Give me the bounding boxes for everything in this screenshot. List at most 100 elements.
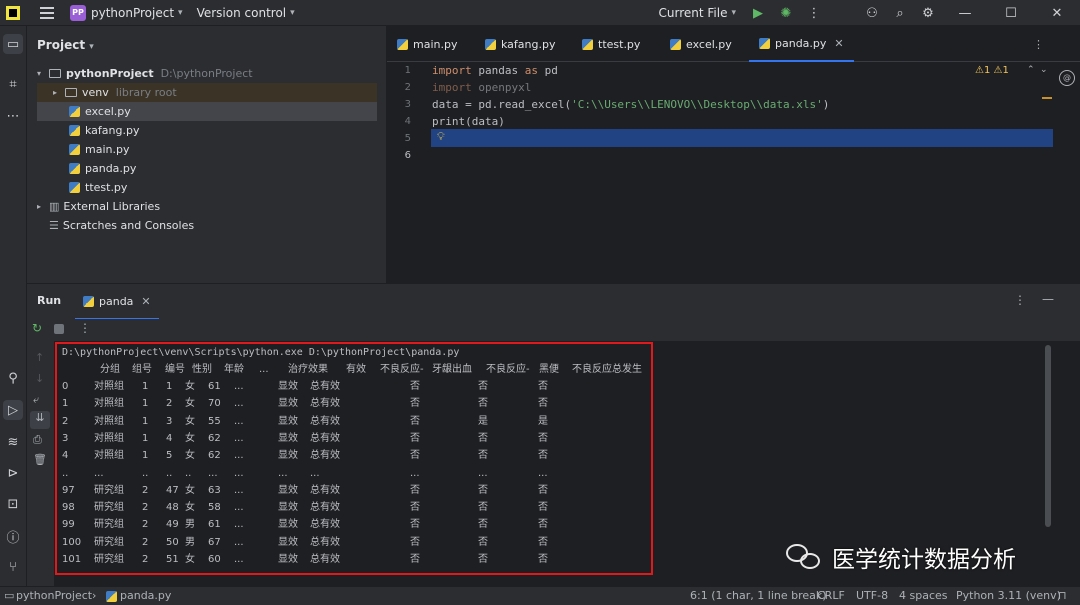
search-icon[interactable]: ⌕ <box>886 0 914 26</box>
chevron-up-icon[interactable]: ⌃ <box>1027 65 1035 75</box>
annotation-box <box>55 342 653 575</box>
python-file-icon <box>69 125 80 136</box>
tree-file-ttest[interactable]: ttest.py <box>37 178 377 197</box>
close-tab-icon[interactable]: ✕ <box>141 295 150 308</box>
chevron-down-icon: ▾ <box>290 7 295 18</box>
code-line-4: print(data) <box>432 115 505 128</box>
python-file-icon <box>759 37 770 49</box>
chevron-right-icon[interactable]: ▸ <box>37 202 49 211</box>
clear-all-icon[interactable]: 🗑︎ <box>33 453 47 466</box>
scroll-to-end-icon[interactable]: ⇊ <box>30 411 50 429</box>
more-actions-icon[interactable]: ⋮ <box>79 321 91 335</box>
git-icon[interactable]: ⑂ <box>3 557 23 577</box>
folder-icon <box>49 69 61 78</box>
stop-icon[interactable] <box>54 324 64 334</box>
more-actions-icon[interactable]: ⋮ <box>800 0 828 26</box>
terminal-icon[interactable]: ⊡ <box>3 494 23 514</box>
line-number: 1 <box>404 65 411 76</box>
python-file-icon <box>582 38 593 50</box>
ai-assistant-icon[interactable]: @ <box>1059 70 1075 86</box>
chevron-down-icon[interactable]: ⌄ <box>1040 65 1048 75</box>
python-interpreter[interactable]: Python 3.11 (venv) <box>956 589 1061 602</box>
maximize-icon[interactable]: ☐ <box>988 0 1034 26</box>
indent-setting[interactable]: 4 spaces <box>899 589 948 602</box>
debug-icon[interactable]: ✺ <box>772 0 800 26</box>
run-panel-header: Run panda ✕ ⋮ — <box>27 283 1080 320</box>
editor-tabs: main.py kafang.py ttest.py excel.py pand… <box>387 26 1080 62</box>
line-number: 6 <box>404 150 411 161</box>
intention-bulb-icon[interactable]: 💡︎ <box>437 130 445 144</box>
scroll-up-icon[interactable]: ↑ <box>35 351 44 364</box>
status-breadcrumb-file[interactable]: panda.py <box>120 589 171 602</box>
line-number: 5 <box>404 133 411 144</box>
tree-external-libraries[interactable]: ▸ ▥ External Libraries <box>37 197 377 216</box>
tree-scratches[interactable]: ☰ Scratches and Consoles <box>37 216 377 235</box>
status-breadcrumb-project[interactable]: pythonProject <box>16 589 92 602</box>
code-editor[interactable]: 1 2 3 4 5 6 import pandas as pd import o… <box>387 62 1054 283</box>
run-tab-panda[interactable]: panda ✕ <box>75 284 159 320</box>
close-tab-icon[interactable]: ✕ <box>834 37 843 50</box>
run-panel-title: Run <box>37 294 62 307</box>
warning-marker[interactable] <box>1042 97 1052 99</box>
code-line-2: import openpyxl <box>432 81 532 94</box>
status-project-icon: ▭ <box>4 589 15 602</box>
tab-excel[interactable]: excel.py <box>670 26 732 62</box>
project-panel-title[interactable]: Project ▾ <box>37 38 94 52</box>
inspection-widget[interactable]: ⚠1 ⚠1 <box>975 65 1009 76</box>
project-panel: Project ▾ ▾ pythonProject D:\pythonProje… <box>27 26 386 283</box>
caret-position[interactable]: 6:1 (1 char, 1 line break) <box>690 589 827 602</box>
title-bar: PP pythonProject ▾ Version control ▾ Cur… <box>0 0 1080 26</box>
library-icon: ▥ <box>49 200 60 213</box>
tab-main[interactable]: main.py <box>397 26 457 62</box>
run-icon[interactable]: ▶ <box>744 0 772 26</box>
settings-gear-icon[interactable]: ⚙ <box>914 0 942 26</box>
tree-file-kafang[interactable]: kafang.py <box>37 121 377 140</box>
chevron-down-icon[interactable]: ▾ <box>37 69 49 78</box>
project-badge[interactable]: PP <box>70 4 86 21</box>
tab-ttest[interactable]: ttest.py <box>582 26 640 62</box>
console-scrollbar[interactable] <box>1045 345 1051 527</box>
problems-icon[interactable]: ⓘ <box>3 526 23 546</box>
vcs-widget[interactable]: Version control <box>197 6 287 20</box>
status-bar: ▭ pythonProject › panda.py 6:1 (1 char, … <box>0 586 1080 605</box>
lock-icon[interactable]: ⊓ <box>1058 589 1067 602</box>
python-file-icon <box>69 182 80 193</box>
run-tool-icon[interactable]: ▷ <box>3 400 23 420</box>
wechat-logo-icon <box>786 542 824 572</box>
tree-venv[interactable]: ▸ venv library root <box>37 83 377 102</box>
line-number: 3 <box>404 99 411 110</box>
tab-kafang[interactable]: kafang.py <box>485 26 555 62</box>
hide-panel-icon[interactable]: — <box>1042 292 1054 306</box>
tab-panda[interactable]: panda.py ✕ <box>749 26 854 62</box>
run-config-selector[interactable]: Current File <box>659 6 728 20</box>
structure-icon[interactable]: ⌗ <box>3 74 23 94</box>
tabs-more-icon[interactable]: ⋮ <box>1033 26 1044 62</box>
layers-icon[interactable]: ≋ <box>3 432 23 452</box>
tree-file-excel[interactable]: excel.py <box>37 102 377 121</box>
main-menu-icon[interactable] <box>40 6 54 19</box>
services-icon[interactable]: ⊳ <box>3 463 23 483</box>
python-file-icon <box>83 295 94 307</box>
tree-file-panda[interactable]: panda.py <box>37 159 377 178</box>
more-tools-icon[interactable]: ⋯ <box>3 106 23 126</box>
soft-wrap-icon[interactable]: ⤶ <box>33 393 39 407</box>
add-user-icon[interactable]: ⚇ <box>858 0 886 26</box>
project-name[interactable]: pythonProject <box>91 6 174 20</box>
python-file-icon <box>69 163 80 174</box>
python-packages-icon[interactable]: ⚲ <box>3 368 23 388</box>
code-line-1: import pandas as pd <box>432 64 558 77</box>
scroll-down-icon[interactable]: ↓ <box>35 372 44 385</box>
python-file-icon <box>397 38 408 50</box>
rerun-icon[interactable]: ↻ <box>32 321 42 335</box>
chevron-right-icon[interactable]: ▸ <box>53 88 65 97</box>
minimize-icon[interactable]: — <box>942 0 988 26</box>
tree-file-main[interactable]: main.py <box>37 140 377 159</box>
tree-root[interactable]: ▾ pythonProject D:\pythonProject <box>37 64 377 83</box>
print-icon[interactable]: ⎙ <box>33 433 42 447</box>
more-options-icon[interactable]: ⋮ <box>1014 293 1026 307</box>
line-separator[interactable]: CRLF <box>817 589 845 602</box>
project-folder-icon[interactable]: ▭ <box>3 34 23 54</box>
close-icon[interactable]: ✕ <box>1034 0 1080 26</box>
chevron-right-icon: › <box>92 589 97 602</box>
file-encoding[interactable]: UTF-8 <box>856 589 888 602</box>
